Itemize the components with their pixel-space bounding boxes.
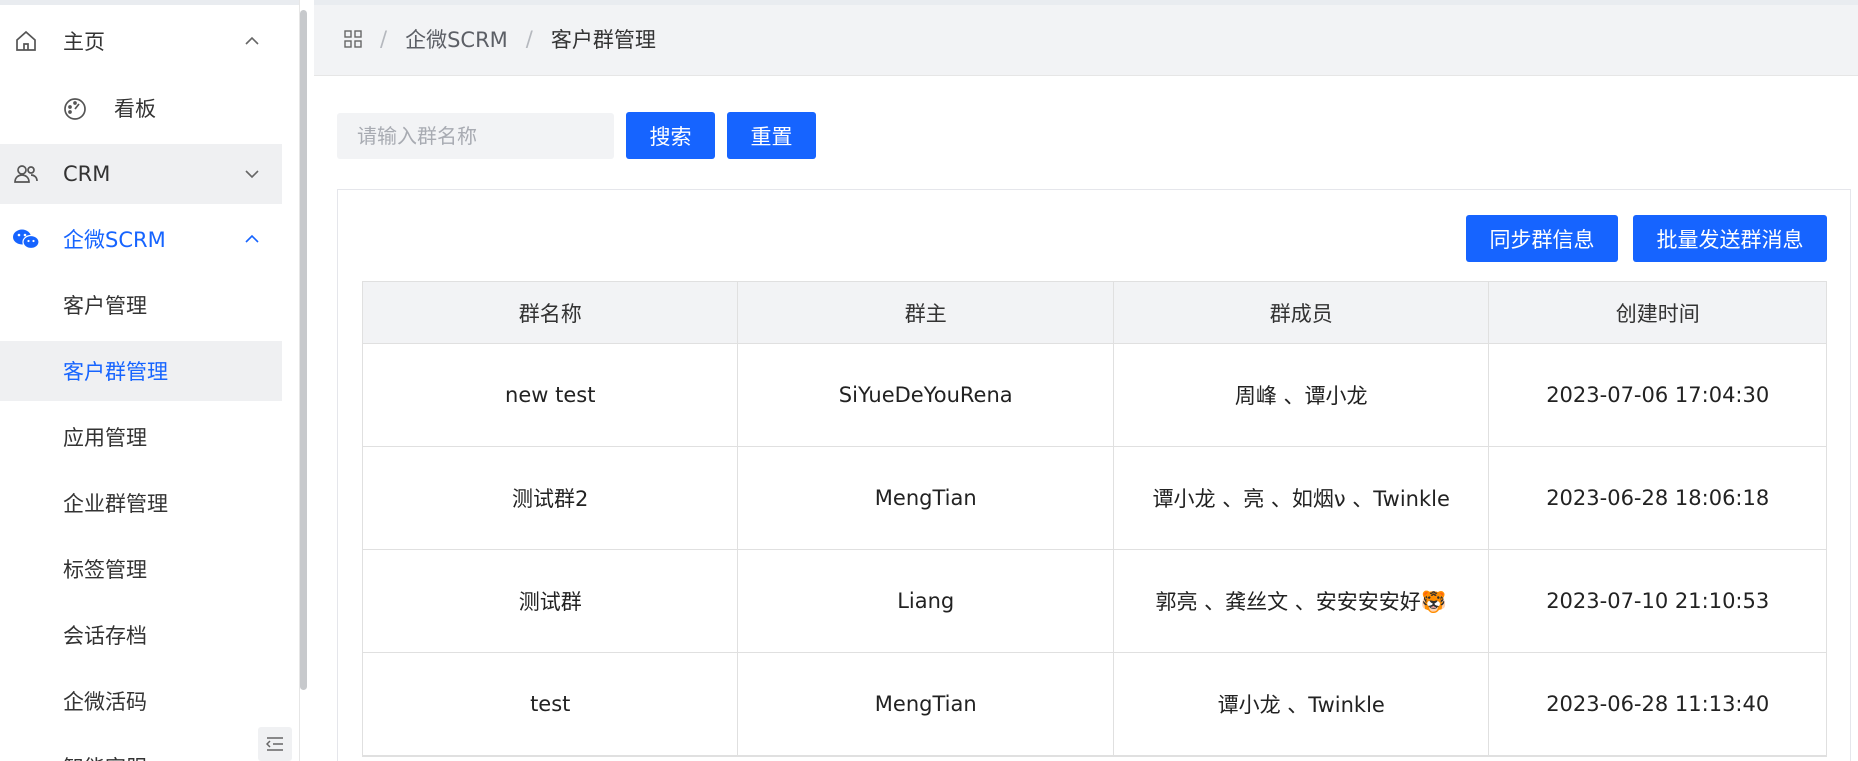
sidebar-item-label: 企业群管理 [63,492,168,516]
table-row[interactable]: 测试群 Liang 郭亮 、龚丝文 、安安安安好🐯 2023-07-10 21:… [363,550,1826,653]
sidebar-menu-label: 企微SCRM [63,228,166,252]
chevron-up-icon [245,234,259,243]
sidebar-item-customer-groups[interactable]: 客户群管理 [0,341,282,401]
cell-members: 谭小龙 、Twinkle [1114,653,1490,755]
wechat-icon [12,225,40,253]
sidebar-item-smart-service[interactable]: 智能客服 [0,737,282,761]
sidebar-menu-label: 主页 [63,30,105,54]
cell-members: 郭亮 、龚丝文 、安安安安好🐯 [1114,550,1490,652]
breadcrumb-item-scrm[interactable]: 企微SCRM [405,24,508,54]
users-icon [12,160,40,188]
breadcrumb-item-current: 客户群管理 [550,28,656,52]
breadcrumb-bar: / 企微SCRM / 客户群管理 [314,0,1858,76]
breadcrumb-separator: / [525,27,533,51]
sidebar-item-label: 客户群管理 [63,360,168,384]
breadcrumb-separator: / [380,27,388,51]
cell-owner: SiYueDeYouRena [738,344,1114,446]
cell-members: 谭小龙 、亮 、如烟ν 、Twinkle [1114,447,1490,549]
cell-group-name: 测试群2 [363,447,739,549]
cell-created-time: 2023-07-10 21:10:53 [1546,589,1770,613]
sidebar-menu-home[interactable]: 主页 [0,11,282,71]
chevron-up-icon [245,36,259,45]
group-name-search-input[interactable] [337,113,614,159]
sidebar-item-label: 企微活码 [63,690,147,714]
cell-created-time: 2023-06-28 11:13:40 [1546,692,1770,716]
column-header-group-name: 群名称 [363,282,739,343]
sidebar-menu-scrm[interactable]: 企微SCRM [0,209,282,269]
table-header-row: 群名称 群主 群成员 创建时间 [363,282,1826,344]
table-row[interactable]: new test SiYueDeYouRena 周峰 、谭小龙 2023-07-… [363,344,1826,447]
sidebar-item-enterprise-groups[interactable]: 企业群管理 [0,473,282,533]
dashboard-gauge-icon [62,96,88,122]
chevron-down-icon [245,170,259,179]
reset-button[interactable]: 重置 [727,112,816,159]
table-row[interactable]: 测试群2 MengTian 谭小龙 、亮 、如烟ν 、Twinkle 2023-… [363,447,1826,550]
breadcrumb: / 企微SCRM / 客户群管理 [344,19,656,59]
cell-group-name: new test [363,344,739,446]
sidebar-item-apps[interactable]: 应用管理 [0,407,282,467]
sidebar-scrollbar[interactable] [300,10,307,690]
sidebar-item-live-code[interactable]: 企微活码 [0,671,282,731]
batch-send-group-message-button[interactable]: 批量发送群消息 [1633,215,1827,262]
column-header-created-time: 创建时间 [1615,301,1700,326]
sidebar-item-label: 会话存档 [63,624,147,648]
home-icon [12,27,40,55]
sidebar: 主页 看板 CRM 企微SCRM 客户管理 客户群管理 应用管理 企业群管理 标… [0,0,300,761]
menu-fold-icon [266,737,283,751]
column-header-owner: 群主 [738,282,1114,343]
column-header-members: 群成员 [1114,282,1490,343]
sidebar-item-chat-archive[interactable]: 会话存档 [0,605,282,665]
sidebar-item-dashboard[interactable]: 看板 [0,78,282,138]
customer-group-table: 群名称 群主 群成员 创建时间 new test SiYueDeYouRena … [362,281,1827,757]
sidebar-top-divider [0,0,299,5]
cell-owner: MengTian [738,653,1114,755]
cell-group-name: 测试群 [363,550,739,652]
sync-group-info-button[interactable]: 同步群信息 [1466,215,1618,262]
sidebar-menu-crm[interactable]: CRM [0,144,282,204]
sidebar-item-label: 看板 [114,97,156,121]
cell-members: 周峰 、谭小龙 [1114,344,1490,446]
search-button[interactable]: 搜索 [626,112,715,159]
cell-created-time: 2023-07-06 17:04:30 [1546,383,1770,407]
cell-created-time: 2023-06-28 18:06:18 [1546,486,1770,510]
cell-owner: MengTian [738,447,1114,549]
sidebar-item-tags[interactable]: 标签管理 [0,539,282,599]
cell-owner: Liang [738,550,1114,652]
sidebar-menu-label: CRM [63,162,111,186]
sidebar-item-label: 客户管理 [63,294,147,318]
sidebar-item-label: 应用管理 [63,426,147,450]
table-row[interactable]: test MengTian 谭小龙 、Twinkle 2023-06-28 11… [363,653,1826,756]
sidebar-collapse-button[interactable] [258,727,292,761]
sidebar-item-customers[interactable]: 客户管理 [0,275,282,335]
sidebar-item-label: 标签管理 [63,558,147,582]
apps-grid-icon[interactable] [344,30,362,48]
sidebar-item-label: 智能客服 [63,752,147,761]
cell-group-name: test [363,653,739,755]
